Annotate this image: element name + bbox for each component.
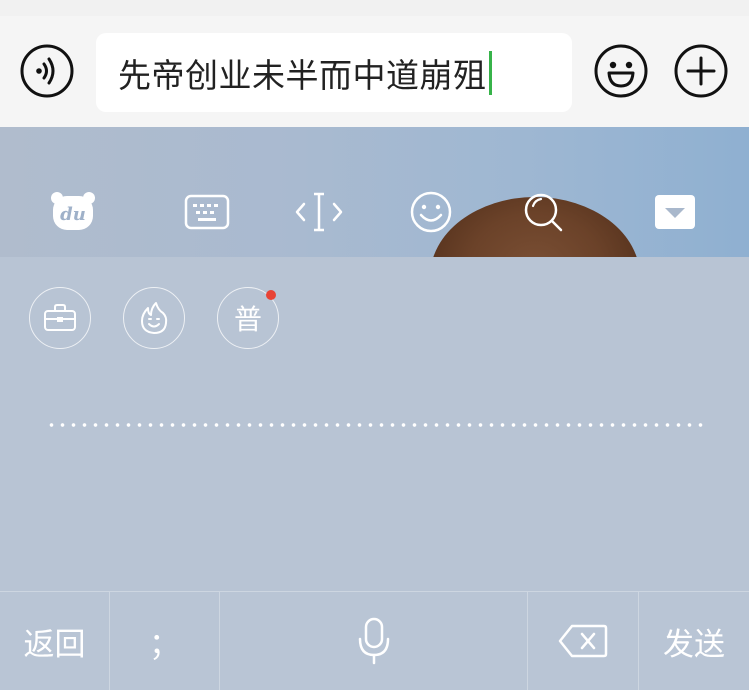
flame-face-icon <box>141 302 168 334</box>
semicolon-key[interactable]: ； <box>110 592 219 690</box>
message-input[interactable]: 先帝创业未半而中道崩殂 <box>96 33 572 112</box>
putonghua-label: 普 <box>233 303 262 336</box>
text-caret <box>488 50 492 95</box>
keyboard-toolbar: du <box>0 127 749 257</box>
svg-text:du: du <box>60 204 86 225</box>
chat-input-bar: 先帝创业未半而中道崩殂 <box>0 16 749 127</box>
keyboard-panel: 普 <box>0 257 749 591</box>
more-button[interactable] <box>674 44 728 98</box>
message-input-text: 先帝创业未半而中道崩殂 <box>118 55 487 95</box>
microphone-icon <box>358 617 389 665</box>
back-key[interactable]: 返回 <box>0 592 109 690</box>
emoji-button[interactable] <box>594 44 648 98</box>
plus-icon <box>674 44 728 98</box>
back-key-label: 返回 <box>23 626 86 663</box>
keyboard-icon[interactable] <box>182 187 232 237</box>
putonghua-button[interactable]: 普 <box>217 287 279 349</box>
send-key-label: 发送 <box>663 626 725 663</box>
emoji-smile-icon[interactable] <box>406 187 456 237</box>
briefcase-icon <box>44 304 76 331</box>
emoji-icon <box>594 44 648 98</box>
cursor-move-icon[interactable] <box>294 187 344 237</box>
notification-dot <box>266 290 276 300</box>
collapse-icon[interactable] <box>650 187 700 237</box>
search-icon[interactable] <box>518 187 568 237</box>
candidate-placeholder-dots <box>46 422 706 428</box>
status-strip <box>0 0 749 17</box>
hot-button[interactable] <box>123 287 185 349</box>
send-key[interactable]: 发送 <box>639 592 749 690</box>
keyboard-bottom-row: 返回 ； 发送 <box>0 591 749 690</box>
voice-icon <box>20 44 74 98</box>
backspace-key[interactable] <box>528 592 638 690</box>
voice-input-button[interactable] <box>20 44 74 98</box>
voice-space-key[interactable] <box>220 592 527 690</box>
du-logo-icon[interactable]: du <box>48 187 98 237</box>
toolbox-button[interactable] <box>29 287 91 349</box>
semicolon-key-label: ； <box>149 626 180 663</box>
backspace-icon <box>558 624 608 658</box>
